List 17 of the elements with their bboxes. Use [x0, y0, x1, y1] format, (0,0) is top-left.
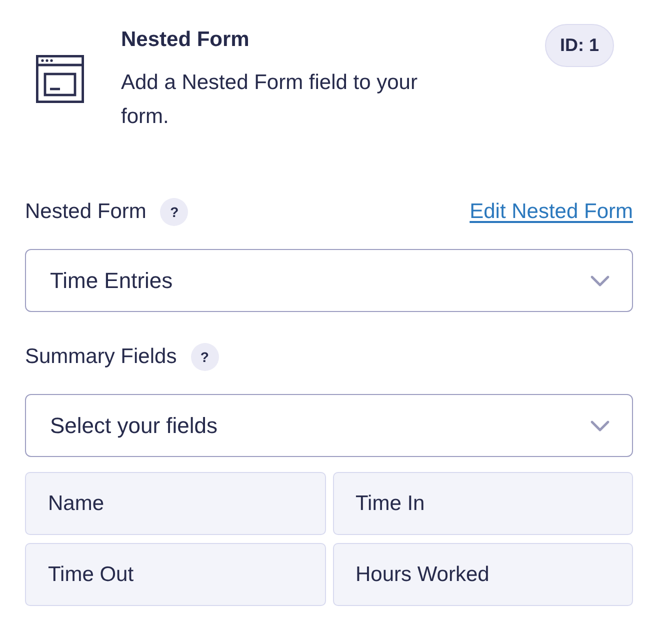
field-title: Nested Form — [121, 27, 250, 53]
chevron-down-icon — [590, 420, 610, 432]
form-window-icon — [36, 55, 84, 103]
edit-link[interactable]: Edit Nested Form — [470, 196, 633, 228]
fields-select[interactable]: Select your fields — [25, 394, 633, 457]
field-label: Nested Form — [25, 199, 146, 225]
help-button[interactable]: ? — [160, 198, 188, 226]
help-button[interactable]: ? — [190, 343, 219, 371]
id-badge: ID: 1 — [544, 24, 614, 67]
chevron-down-icon — [590, 274, 610, 286]
form-select[interactable]: Time Entries — [25, 249, 633, 312]
summary-field-tag: Time Out — [25, 543, 326, 606]
summary-field-tag: Name — [25, 472, 326, 535]
field-description: Add a Nested Form field to your form. — [121, 70, 418, 130]
summary-field-tag: Hours Worked — [332, 543, 633, 606]
field-label: Summary Fields — [25, 344, 177, 370]
summary-field-tag: Time In — [332, 472, 633, 535]
